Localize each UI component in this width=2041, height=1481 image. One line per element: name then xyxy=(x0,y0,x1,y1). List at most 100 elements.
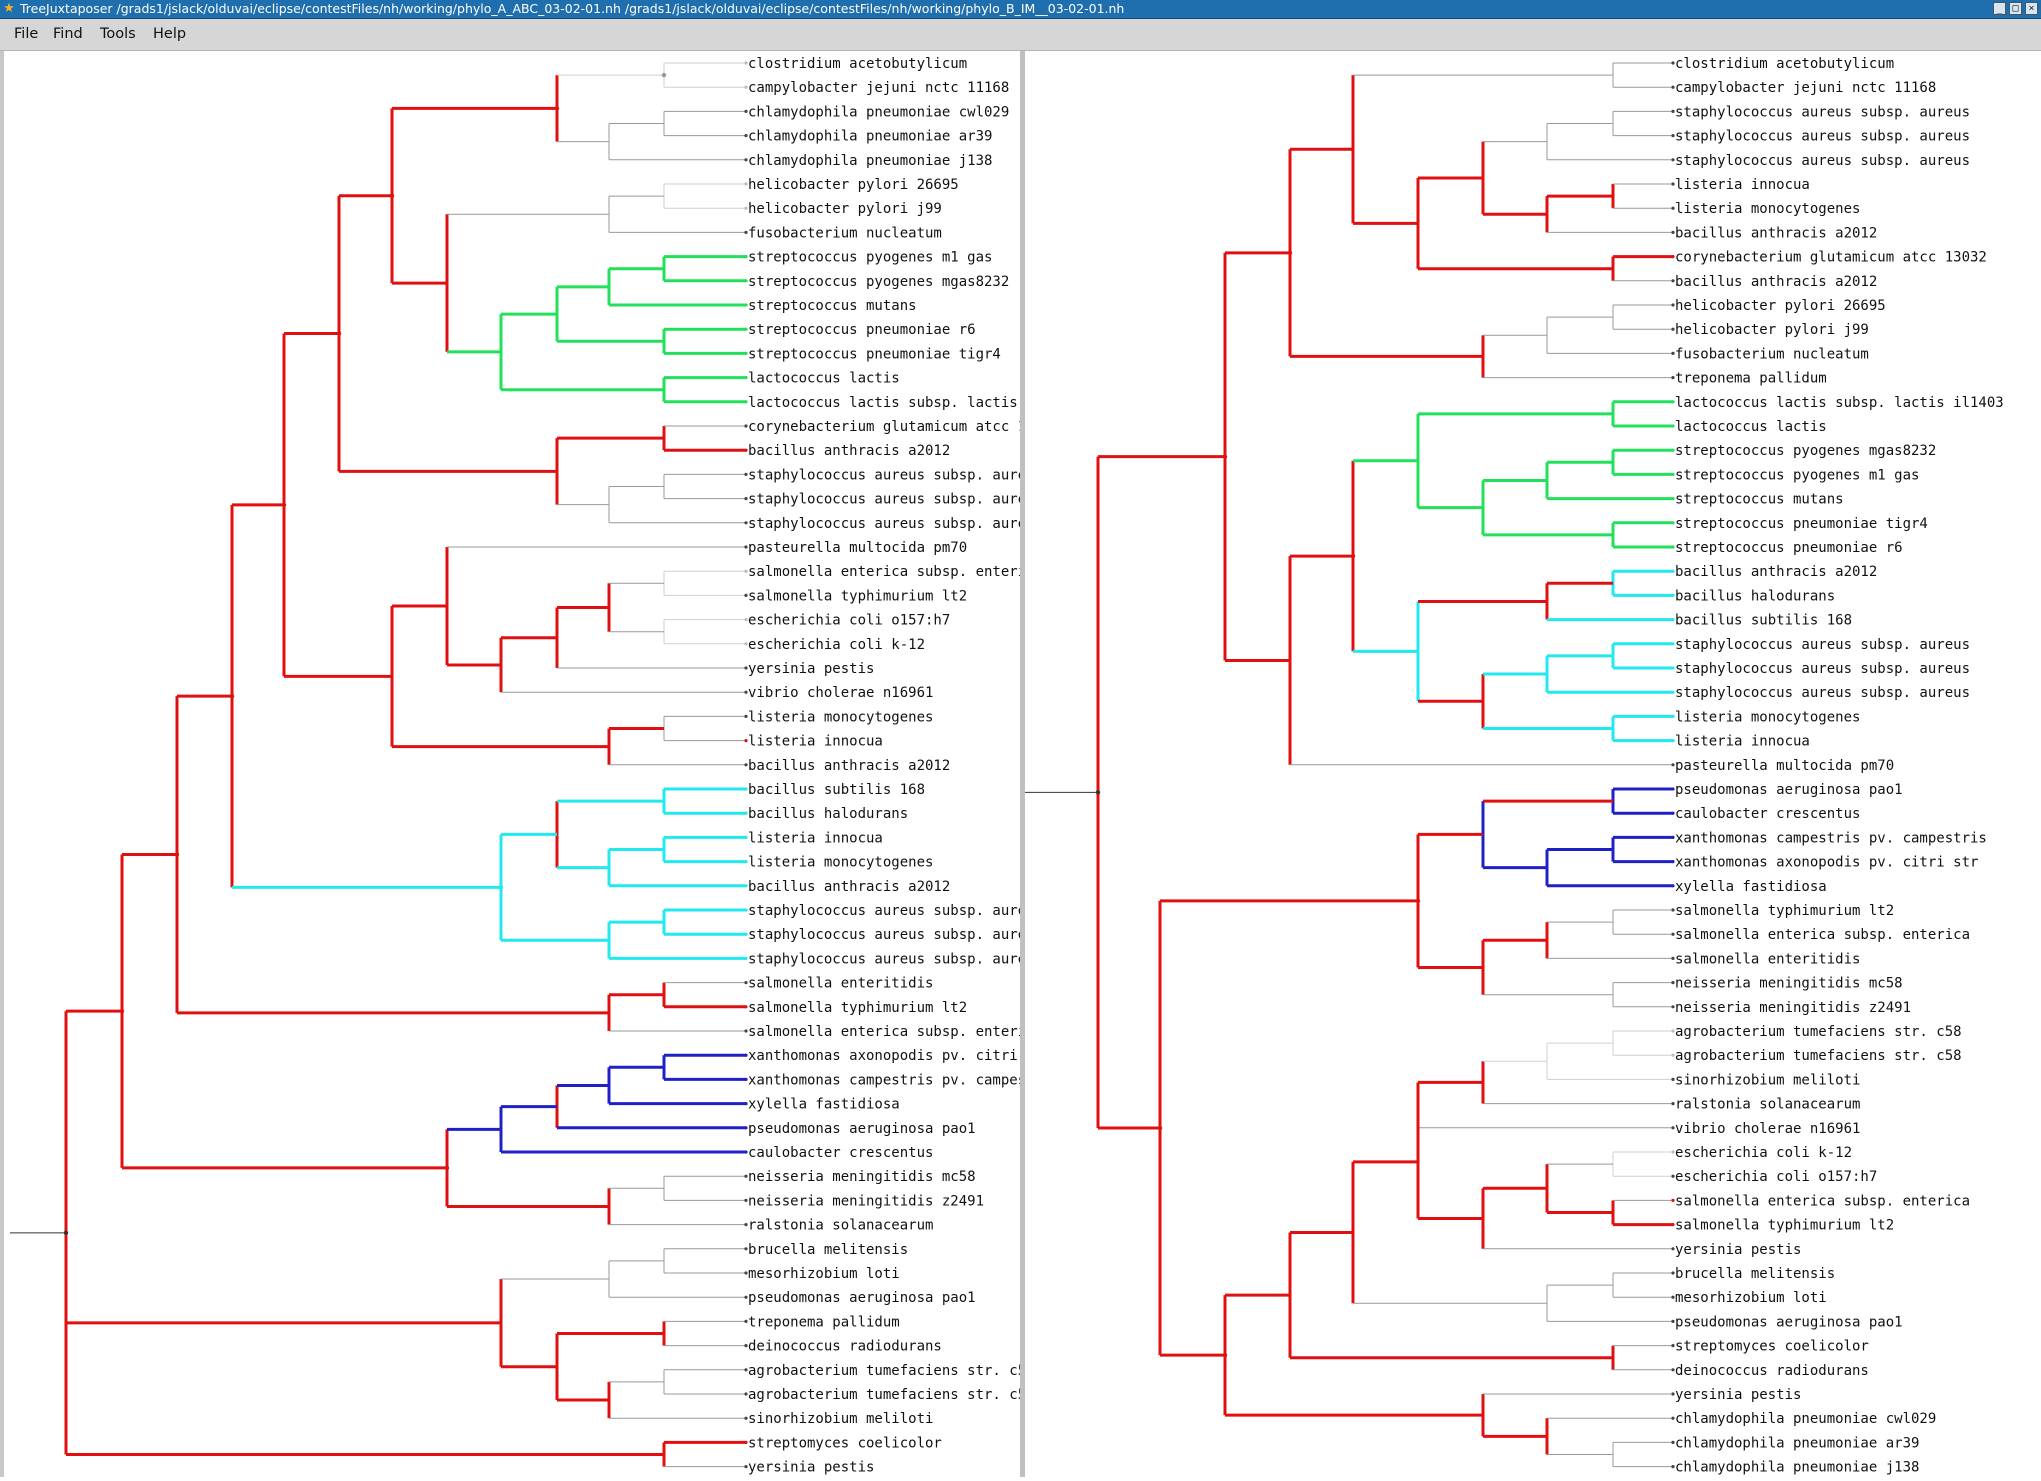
right-tree-leaf-label[interactable]: bacillus subtilis 168 xyxy=(1675,613,1852,629)
right-tree-leaf-label[interactable]: staphylococcus aureus subsp. aureus xyxy=(1675,104,1970,120)
right-tree-leaf-label[interactable]: escherichia coli k-12 xyxy=(1675,1145,1852,1161)
left-tree-leaf-label[interactable]: neisseria meningitidis mc58 xyxy=(748,1169,976,1185)
right-tree-leaf-label[interactable]: bacillus anthracis a2012 xyxy=(1675,225,1877,241)
right-tree-leaf-label[interactable]: streptococcus pneumoniae tigr4 xyxy=(1675,516,1928,532)
left-tree-leaf-label[interactable]: chlamydophila pneumoniae j138 xyxy=(748,153,992,169)
right-tree-leaf-label[interactable]: bacillus halodurans xyxy=(1675,588,1835,604)
left-tree-leaf-label[interactable]: streptomyces coelicolor xyxy=(748,1435,942,1451)
left-tree-leaf-label[interactable]: streptococcus pyogenes m1 gas xyxy=(748,250,992,266)
left-tree-leaf-label[interactable]: vibrio cholerae n16961 xyxy=(748,685,933,701)
left-tree-leaf-label[interactable]: chlamydophila pneumoniae cwl029 xyxy=(748,104,1009,120)
menu-file[interactable]: File xyxy=(14,26,38,42)
minimize-icon[interactable]: _ xyxy=(1993,2,2006,15)
right-tree-leaf-label[interactable]: streptococcus mutans xyxy=(1675,492,1844,508)
left-tree-leaf-label[interactable]: bacillus halodurans xyxy=(748,806,908,822)
left-tree-leaf-label[interactable]: bacillus anthracis a2012 xyxy=(748,443,950,459)
right-tree-leaf-label[interactable]: staphylococcus aureus subsp. aureus xyxy=(1675,685,1970,701)
right-tree-leaf-label[interactable]: salmonella enterica subsp. enterica xyxy=(1675,927,1970,943)
left-tree-leaf-label[interactable]: chlamydophila pneumoniae ar39 xyxy=(748,129,992,145)
right-tree-leaf-label[interactable]: streptococcus pyogenes m1 gas xyxy=(1675,467,1919,483)
close-icon[interactable]: × xyxy=(2025,2,2038,15)
right-tree-leaf-label[interactable]: staphylococcus aureus subsp. aureus xyxy=(1675,661,1970,677)
right-tree-leaf-label[interactable]: sinorhizobium meliloti xyxy=(1675,1072,1860,1088)
left-tree-leaf-label[interactable]: salmonella enteritidis xyxy=(748,976,933,992)
right-tree-leaf-label[interactable]: fusobacterium nucleatum xyxy=(1675,346,1869,362)
right-tree-leaf-label[interactable]: agrobacterium tumefaciens str. c58 xyxy=(1675,1048,1962,1064)
left-tree-leaf-label[interactable]: staphylococcus aureus subsp. aureus xyxy=(748,467,1043,483)
left-tree-leaf-label[interactable]: streptococcus pneumoniae r6 xyxy=(748,322,976,338)
right-tree-leaf-label[interactable]: pasteurella multocida pm70 xyxy=(1675,758,1894,774)
left-tree-leaf-label[interactable]: xylella fastidiosa xyxy=(748,1097,900,1113)
right-tree-leaf-label[interactable]: staphylococcus aureus subsp. aureus xyxy=(1675,129,1970,145)
right-tree-leaf-label[interactable]: escherichia coli o157:h7 xyxy=(1675,1169,1877,1185)
left-tree-leaf-label[interactable]: sinorhizobium meliloti xyxy=(748,1411,933,1427)
right-tree-canvas[interactable]: clostridium acetobutylicum campylobacter … xyxy=(1025,51,2041,1477)
right-tree-leaf-label[interactable]: xanthomonas campestris pv. campestris xyxy=(1675,830,1987,846)
right-tree-leaf-label[interactable]: lactococcus lactis xyxy=(1675,419,1827,435)
right-tree-leaf-label[interactable]: pseudomonas aeruginosa pao1 xyxy=(1675,782,1903,798)
left-tree-leaf-label[interactable]: lactococcus lactis xyxy=(748,371,900,387)
left-tree-leaf-label[interactable]: xanthomonas campestris pv. campestris xyxy=(748,1072,1060,1088)
right-tree-leaf-label[interactable]: lactococcus lactis subsp. lactis il1403 xyxy=(1675,395,2004,411)
left-tree-pane[interactable]: clostridium acetobutylicum campylobacter … xyxy=(0,51,1077,1477)
maximize-icon[interactable]: □ xyxy=(2009,2,2022,15)
right-tree-leaf-label[interactable]: yersinia pestis xyxy=(1675,1242,1801,1258)
left-tree-leaf-label[interactable]: salmonella enterica subsp. enterica xyxy=(748,1024,1043,1040)
right-tree-leaf-label[interactable]: vibrio cholerae n16961 xyxy=(1675,1121,1860,1137)
right-tree-leaf-label[interactable]: corynebacterium glutamicum atcc 13032 xyxy=(1675,250,1987,266)
left-tree-leaf-label[interactable]: salmonella enterica subsp. enterica xyxy=(748,564,1043,580)
right-tree-leaf-label[interactable]: neisseria meningitidis z2491 xyxy=(1675,1000,1911,1016)
right-tree-leaf-label[interactable]: chlamydophila pneumoniae j138 xyxy=(1675,1460,1919,1476)
left-tree-leaf-label[interactable]: listeria monocytogenes xyxy=(748,855,933,871)
left-tree-leaf-label[interactable]: yersinia pestis xyxy=(748,1460,874,1476)
left-tree-leaf-label[interactable]: staphylococcus aureus subsp. aureus xyxy=(748,927,1043,943)
left-tree-leaf-label[interactable]: clostridium acetobutylicum xyxy=(748,56,967,72)
right-tree-leaf-label[interactable]: salmonella enterica subsp. enterica xyxy=(1675,1193,1970,1209)
left-tree-leaf-label[interactable]: streptococcus pyogenes mgas8232 xyxy=(748,274,1009,290)
left-tree-leaf-label[interactable]: fusobacterium nucleatum xyxy=(748,225,942,241)
left-tree-leaf-label[interactable]: agrobacterium tumefaciens str. c58 xyxy=(748,1363,1035,1379)
left-tree-leaf-label[interactable]: listeria innocua xyxy=(748,734,883,750)
left-tree-leaf-label[interactable]: campylobacter jejuni nctc 11168 xyxy=(748,80,1009,96)
left-tree-leaf-label[interactable]: listeria innocua xyxy=(748,830,883,846)
left-tree-leaf-label[interactable]: lactococcus lactis subsp. lactis il1403 xyxy=(748,395,1077,411)
left-tree-leaf-label[interactable]: listeria monocytogenes xyxy=(748,709,933,725)
left-tree-leaf-label[interactable]: deinococcus radiodurans xyxy=(748,1339,942,1355)
left-tree-leaf-label[interactable]: caulobacter crescentus xyxy=(748,1145,933,1161)
menu-find[interactable]: Find xyxy=(53,26,83,42)
left-tree-leaf-label[interactable]: corynebacterium glutamicum atcc 13032 xyxy=(748,419,1060,435)
left-tree-leaf-label[interactable]: bacillus anthracis a2012 xyxy=(748,879,950,895)
right-tree-leaf-label[interactable]: brucella melitensis xyxy=(1675,1266,1835,1282)
left-tree-leaf-label[interactable]: brucella melitensis xyxy=(748,1242,908,1258)
left-tree-leaf-label[interactable]: pseudomonas aeruginosa pao1 xyxy=(748,1290,976,1306)
left-tree-leaf-label[interactable]: ralstonia solanacearum xyxy=(748,1218,933,1234)
right-tree-leaf-label[interactable]: chlamydophila pneumoniae ar39 xyxy=(1675,1435,1919,1451)
right-tree-leaf-label[interactable]: staphylococcus aureus subsp. aureus xyxy=(1675,637,1970,653)
left-tree-canvas[interactable]: clostridium acetobutylicum campylobacter … xyxy=(4,51,1077,1477)
left-tree-leaf-label[interactable]: staphylococcus aureus subsp. aureus xyxy=(748,951,1043,967)
right-tree-leaf-label[interactable]: staphylococcus aureus subsp. aureus xyxy=(1675,153,1970,169)
menu-help[interactable]: Help xyxy=(153,26,186,42)
left-tree-leaf-label[interactable]: xanthomonas axonopodis pv. citri str xyxy=(748,1048,1051,1064)
right-tree-leaf-label[interactable]: pseudomonas aeruginosa pao1 xyxy=(1675,1314,1903,1330)
right-tree-leaf-label[interactable]: listeria monocytogenes xyxy=(1675,709,1860,725)
left-tree-leaf-label[interactable]: bacillus anthracis a2012 xyxy=(748,758,950,774)
right-tree-leaf-label[interactable]: bacillus anthracis a2012 xyxy=(1675,564,1877,580)
left-tree-leaf-label[interactable]: treponema pallidum xyxy=(748,1314,900,1330)
right-tree-leaf-label[interactable]: helicobacter pylori 26695 xyxy=(1675,298,1886,314)
right-tree-leaf-label[interactable]: chlamydophila pneumoniae cwl029 xyxy=(1675,1411,1936,1427)
left-tree-leaf-label[interactable]: escherichia coli k-12 xyxy=(748,637,925,653)
left-tree-leaf-label[interactable]: mesorhizobium loti xyxy=(748,1266,900,1282)
right-tree-leaf-label[interactable]: neisseria meningitidis mc58 xyxy=(1675,976,1903,992)
right-tree-leaf-label[interactable]: streptococcus pyogenes mgas8232 xyxy=(1675,443,1936,459)
left-tree-leaf-label[interactable]: pseudomonas aeruginosa pao1 xyxy=(748,1121,976,1137)
right-tree-leaf-label[interactable]: salmonella typhimurium lt2 xyxy=(1675,903,1894,919)
left-tree-leaf-label[interactable]: staphylococcus aureus subsp. aureus xyxy=(748,492,1043,508)
right-tree-leaf-label[interactable]: salmonella enteritidis xyxy=(1675,951,1860,967)
right-tree-leaf-label[interactable]: bacillus anthracis a2012 xyxy=(1675,274,1877,290)
right-tree-leaf-label[interactable]: xylella fastidiosa xyxy=(1675,879,1827,895)
right-tree-leaf-label[interactable]: clostridium acetobutylicum xyxy=(1675,56,1894,72)
right-tree-leaf-label[interactable]: mesorhizobium loti xyxy=(1675,1290,1827,1306)
right-tree-leaf-label[interactable]: listeria innocua xyxy=(1675,177,1810,193)
menu-tools[interactable]: Tools xyxy=(100,26,136,42)
